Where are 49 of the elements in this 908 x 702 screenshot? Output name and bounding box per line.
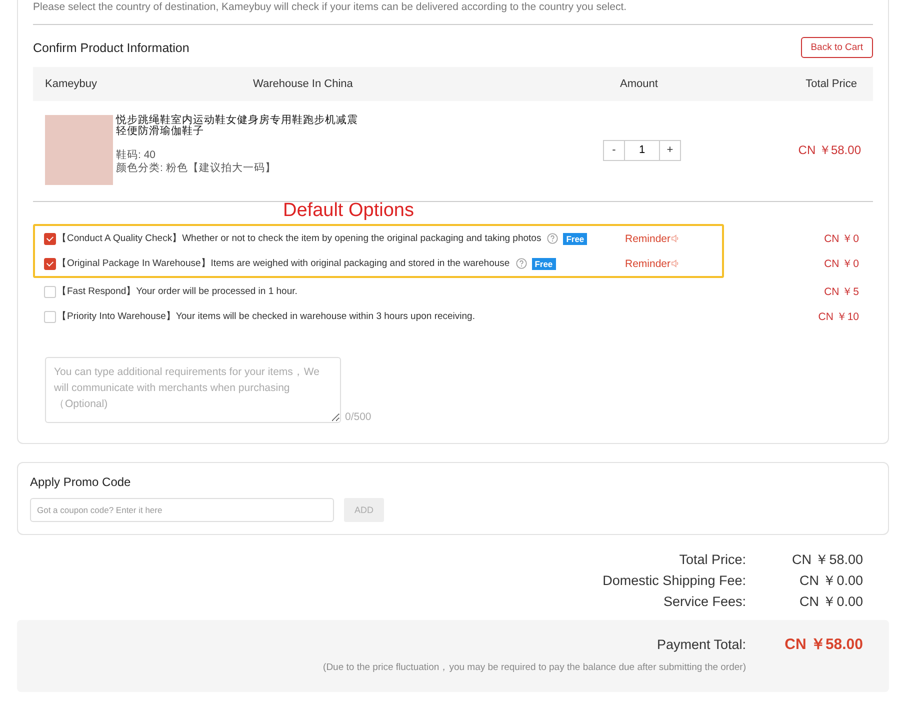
- coupon-field[interactable]: Got a coupon code? Enter it here: [30, 498, 334, 522]
- option-price: CN ￥0: [823, 232, 859, 246]
- reminder-link[interactable]: Reminder: [625, 232, 671, 244]
- product-name: 悦步跳绳鞋室内运动鞋女健身房专用鞋跑步机减震轻便防滑瑜伽鞋子: [116, 115, 359, 137]
- summary-label: Domestic Shipping Fee:: [602, 572, 746, 590]
- annotation-label: Default Options: [283, 202, 415, 223]
- section-title: Confirm Product Information: [33, 40, 190, 54]
- free-badge: Free: [532, 258, 556, 270]
- option-description: 【Original Package In Warehouse】Items are weighed with original packaging and stored in the warehouse: [57, 257, 510, 270]
- decrease-button[interactable]: -: [603, 140, 625, 160]
- summary-value: CN ￥0.00: [798, 572, 863, 590]
- product-spec: 鞋码: 40: [116, 149, 157, 162]
- item-price: CN ￥58.00: [797, 142, 862, 158]
- speaker-icon: [670, 234, 680, 243]
- increase-button[interactable]: +: [659, 140, 681, 160]
- remarks-field[interactable]: You can type additional requirements for your items，We will communicate with merchants when purchasing（Optional): [45, 357, 341, 423]
- promo-title: Apply Promo Code: [30, 475, 132, 489]
- column-header: Amount: [620, 78, 659, 90]
- help-icon[interactable]: [547, 233, 558, 244]
- column-header: Total Price: [804, 78, 857, 90]
- summary-value: CN ￥58.00: [790, 551, 863, 569]
- option-price: CN ￥5: [823, 284, 859, 298]
- checkbox[interactable]: [44, 286, 56, 298]
- summary-value: CN ￥0.00: [798, 593, 863, 611]
- checkbox[interactable]: [44, 310, 56, 322]
- option-description: 【Priority Into Warehouse】Your items will be checked in warehouse within 3 hours upon receiving.: [57, 310, 475, 323]
- checkbox[interactable]: [44, 258, 56, 270]
- back-to-cart-button[interactable]: Back to Cart: [800, 37, 873, 58]
- payment-total: CN ￥58.00: [784, 635, 863, 655]
- quantity-field[interactable]: 1: [625, 140, 659, 160]
- summary-label: Service Fees:: [663, 593, 746, 611]
- photo-placeholder: [45, 115, 113, 185]
- summary-label: Total Price:: [679, 551, 746, 569]
- checkbox[interactable]: [44, 232, 56, 244]
- option-price: CN ￥10: [817, 310, 859, 324]
- price-note: (Due to the price fluctuation，you may be required to pay the balance due after submitting the order): [323, 661, 746, 674]
- column-header: Kameybuy: [45, 78, 98, 90]
- option-description: 【Fast Respond】Your order will be processed in 1 hour.: [57, 285, 298, 298]
- option-price: CN ￥0: [823, 256, 859, 270]
- option-description: 【Conduct A Quality Check】Whether or not to check the item by opening the original packaging and taking photos: [57, 232, 542, 245]
- column-header: Warehouse In China: [253, 78, 354, 90]
- character-counter: 0/500: [345, 411, 372, 423]
- intro-text: Please select the country of destination, Kameybuy will check if your items can be delivered according to the country you select.: [33, 0, 628, 15]
- speaker-icon: [670, 259, 680, 268]
- product-spec: 颜色分类: 粉色【建议拍大一码】: [116, 162, 277, 175]
- reminder-link[interactable]: Reminder: [625, 258, 671, 270]
- help-icon[interactable]: [516, 258, 527, 269]
- free-badge: Free: [563, 232, 588, 244]
- payment-label: Payment Total:: [656, 636, 746, 654]
